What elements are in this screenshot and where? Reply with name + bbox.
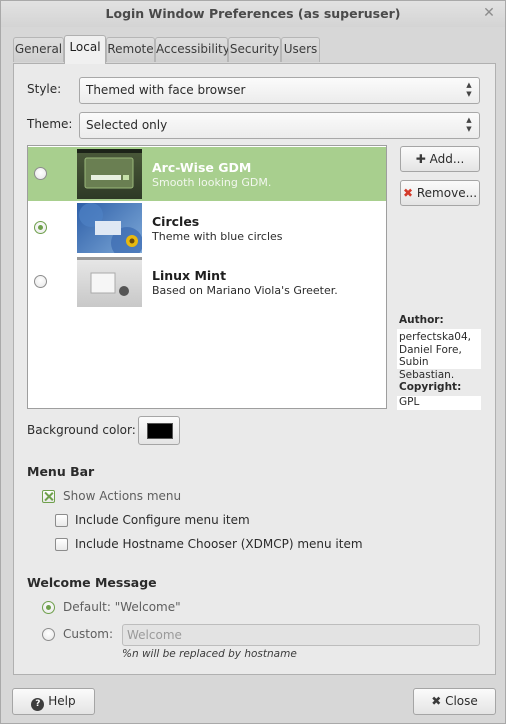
theme-list: Arc-Wise GDM Smooth looking GDM. Circles…	[27, 145, 387, 409]
theme-thumbnail	[77, 149, 142, 199]
add-theme-button[interactable]: ✚ Add...	[400, 146, 480, 172]
show-actions-checkbox[interactable]	[42, 490, 55, 503]
help-icon: ?	[31, 698, 45, 711]
updown-arrows-icon: ▲ ▼	[466, 81, 472, 98]
titlebar: Login Window Preferences (as superuser) …	[1, 1, 505, 27]
arc-wise-preview-icon	[77, 149, 142, 189]
author-line: Daniel Fore,	[399, 343, 462, 356]
tab-accessibility[interactable]: Accessibility	[155, 37, 230, 62]
window-title: Login Window Preferences (as superuser)	[105, 6, 401, 21]
theme-name: Circles	[152, 214, 200, 229]
theme-description: Smooth looking GDM.	[152, 176, 272, 189]
tab-users[interactable]: Users	[281, 37, 320, 62]
help-button[interactable]: ? Help	[12, 688, 95, 715]
include-hostname-checkbox[interactable]	[55, 538, 68, 551]
theme-thumbnail	[77, 257, 142, 307]
linux-mint-preview-icon	[77, 257, 142, 296]
welcome-custom-label[interactable]: Custom:	[63, 627, 113, 641]
plus-icon: ✚	[415, 152, 426, 166]
theme-row-linux-mint[interactable]: Linux Mint Based on Mariano Viola's Gree…	[28, 255, 386, 309]
color-swatch	[147, 423, 173, 439]
copyright-label: Copyright:	[399, 381, 462, 393]
tab-local[interactable]: Local	[64, 35, 106, 64]
theme-radio[interactable]	[34, 221, 47, 234]
theme-label: Theme:	[27, 117, 73, 131]
add-button-label: Add...	[429, 152, 465, 166]
hostname-hint: %n will be replaced by hostname	[122, 648, 297, 660]
remove-button-label: Remove...	[416, 186, 478, 200]
include-configure-checkbox[interactable]	[55, 514, 68, 527]
theme-value: Selected only	[86, 118, 168, 132]
close-button[interactable]: ✖ Close	[413, 688, 496, 715]
include-hostname-label[interactable]: Include Hostname Chooser (XDMCP) menu it…	[75, 537, 363, 551]
window-close-icon[interactable]: ✕	[482, 6, 496, 20]
remove-theme-button[interactable]: ✖ Remove...	[400, 180, 480, 206]
author-label: Author:	[399, 314, 444, 326]
preferences-window: Login Window Preferences (as superuser) …	[0, 0, 506, 724]
style-combo[interactable]: Themed with face browser ▲ ▼	[79, 77, 480, 104]
background-color-button[interactable]	[138, 416, 180, 445]
author-line: perfectska04,	[399, 331, 471, 343]
tab-remote[interactable]: Remote	[106, 37, 155, 62]
help-button-label: Help	[48, 694, 76, 708]
theme-radio[interactable]	[34, 275, 47, 288]
custom-welcome-input[interactable]: Welcome	[122, 624, 480, 646]
theme-name: Arc-Wise GDM	[152, 160, 252, 175]
welcome-default-radio[interactable]	[42, 601, 55, 614]
theme-row-circles[interactable]: Circles Theme with blue circles	[28, 201, 386, 255]
author-line: Subin Sebastian.	[399, 356, 455, 381]
theme-description: Theme with blue circles	[152, 230, 283, 243]
close-button-label: Close	[445, 694, 478, 708]
welcome-custom-radio[interactable]	[42, 628, 55, 641]
theme-thumbnail	[77, 203, 142, 253]
style-label: Style:	[27, 82, 62, 96]
show-actions-label[interactable]: Show Actions menu	[63, 489, 181, 503]
theme-name: Linux Mint	[152, 268, 227, 283]
background-color-label: Background color:	[27, 423, 136, 437]
author-box: perfectska04, Daniel Fore, Subin Sebasti…	[397, 329, 481, 381]
copyright-value: GPL	[397, 396, 481, 410]
tab-security[interactable]: Security	[228, 37, 281, 62]
menu-bar-heading: Menu Bar	[27, 464, 95, 479]
x-icon: ✖	[431, 694, 442, 708]
updown-arrows-icon: ▲ ▼	[466, 116, 472, 133]
welcome-message-heading: Welcome Message	[27, 575, 157, 590]
style-value: Themed with face browser	[86, 83, 246, 97]
theme-radio[interactable]	[34, 167, 47, 180]
circles-preview-icon	[79, 203, 142, 253]
x-icon: ✖	[402, 186, 414, 200]
tab-general[interactable]: General	[13, 37, 64, 62]
theme-combo[interactable]: Selected only ▲ ▼	[79, 112, 480, 139]
theme-description: Based on Mariano Viola's Greeter.	[152, 284, 338, 297]
theme-row-arc-wise[interactable]: Arc-Wise GDM Smooth looking GDM.	[28, 147, 386, 201]
welcome-default-label[interactable]: Default: "Welcome"	[63, 600, 181, 614]
include-configure-label[interactable]: Include Configure menu item	[75, 513, 250, 527]
